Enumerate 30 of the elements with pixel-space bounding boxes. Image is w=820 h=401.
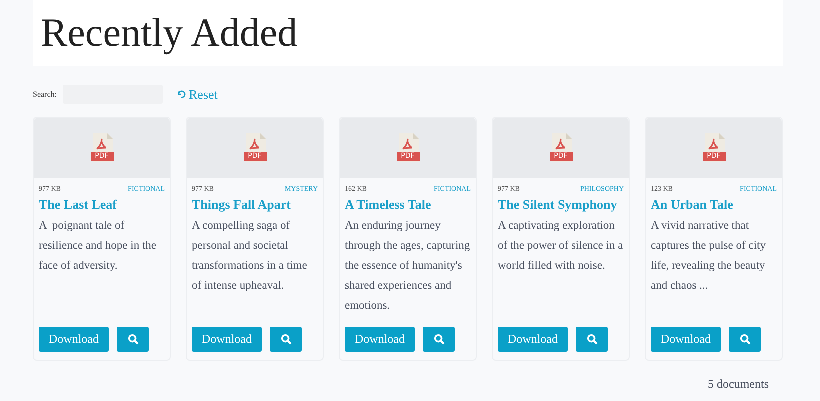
- search-icon: [280, 334, 292, 344]
- document-description: An enduring journey through the ages, capturing the essence of humanity's shared experiences and emotions.: [345, 219, 471, 314]
- document-description: A vivid narrative that captures the pulse of city life, revealing the beauty and chaos ...: [651, 219, 767, 294]
- page-title: Recently Added: [41, 13, 298, 53]
- download-button[interactable]: Download: [345, 326, 415, 352]
- download-button[interactable]: Download: [651, 326, 721, 352]
- document-description: A captivating exploration of the power of silence in a world filled with noise.: [498, 219, 624, 274]
- document-title[interactable]: An Urban Tale: [651, 197, 777, 213]
- search-icon: [740, 334, 750, 344]
- document-title[interactable]: The Silent Symphony: [498, 197, 624, 213]
- document-description: A compelling saga of personal and societal transformations in a time of intense upheaval.: [192, 219, 308, 294]
- search-icon: [128, 334, 138, 344]
- search-label: Search:: [33, 88, 57, 101]
- undo-icon: [177, 90, 186, 100]
- document-description: A poignant tale of resilience and hope in the face of adversity.: [39, 219, 158, 274]
- search-icon: [434, 334, 444, 344]
- download-button[interactable]: Download: [192, 326, 262, 352]
- download-button[interactable]: Download: [498, 326, 568, 352]
- reset-button[interactable]: Reset: [177, 85, 218, 104]
- search-button[interactable]: [729, 326, 761, 352]
- search-button[interactable]: [117, 326, 149, 352]
- search-button[interactable]: [576, 326, 608, 352]
- document-title[interactable]: The Last Leaf: [39, 197, 165, 213]
- document-count: 5 documents: [708, 376, 769, 392]
- document-title[interactable]: Things Fall Apart: [192, 197, 318, 213]
- download-button[interactable]: Download: [39, 326, 109, 352]
- search-button[interactable]: [270, 326, 302, 352]
- document-title[interactable]: A Timeless Tale: [345, 197, 471, 213]
- search-button[interactable]: [423, 326, 455, 352]
- search-icon: [586, 334, 598, 344]
